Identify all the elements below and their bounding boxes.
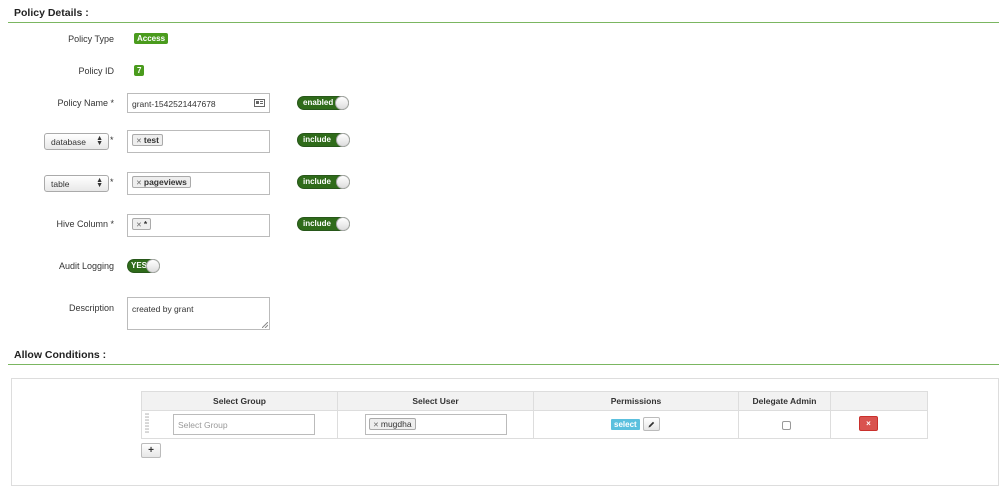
edit-permissions-button[interactable] (643, 417, 660, 431)
section-divider (8, 364, 999, 365)
toggle-knob (146, 259, 160, 273)
policy-id-badge: 7 (134, 65, 145, 76)
section-divider (8, 22, 999, 23)
table-header-row: Select Group Select User Permissions Del… (141, 391, 928, 411)
select-group-cell: Select Group (141, 410, 338, 439)
policy-type-badge: Access (134, 33, 169, 44)
select-user-input[interactable]: ✕ mugdha (365, 414, 507, 435)
drag-handle-icon[interactable] (145, 413, 149, 435)
description-label: Description (68, 303, 114, 313)
policy-enabled-toggle[interactable]: enabled (297, 96, 349, 110)
description-value: created by grant (132, 304, 194, 314)
hive-column-values-input[interactable]: ✕ * (127, 214, 270, 237)
policy-details-title: Policy Details : (14, 7, 89, 19)
policy-name-label: Policy Name * (57, 98, 114, 108)
toggle-knob (336, 133, 350, 147)
remove-row-button[interactable]: × (859, 416, 878, 431)
description-textarea[interactable]: created by grant (127, 297, 270, 330)
select-arrows-icon: ▲ ▼ (96, 135, 103, 147)
remove-tag-icon[interactable]: ✕ (373, 422, 379, 429)
resource-type-select-table[interactable]: table ▲ ▼ (44, 175, 109, 192)
contact-card-icon (254, 99, 265, 109)
column-header (830, 391, 928, 411)
resize-grip-icon[interactable] (262, 322, 268, 328)
remove-tag-icon[interactable]: ✕ (136, 222, 142, 229)
select-group-placeholder: Select Group (178, 420, 228, 430)
policy-enabled-text: enabled (303, 98, 334, 107)
database-include-text: include (303, 135, 332, 144)
database-include-toggle[interactable]: include (297, 133, 350, 147)
resource-type-database-value: database (51, 137, 86, 147)
policy-id-label: Policy ID (78, 66, 114, 76)
select-arrows-icon: ▲ ▼ (96, 177, 103, 189)
resource-type-select-database[interactable]: database ▲ ▼ (44, 133, 109, 150)
toggle-knob (335, 96, 349, 110)
permissions-cell: select (533, 410, 739, 439)
table-values-input[interactable]: ✕ pageviews (127, 172, 270, 195)
audit-logging-label: Audit Logging (58, 261, 114, 271)
table-tag[interactable]: ✕ pageviews (132, 176, 191, 188)
audit-logging-toggle[interactable]: YES (127, 259, 160, 273)
delegate-admin-checkbox[interactable] (782, 421, 791, 430)
actions-cell: × (830, 410, 928, 439)
column-header: Select Group (141, 391, 338, 411)
table-include-toggle[interactable]: include (297, 175, 350, 189)
hive-column-include-text: include (303, 219, 332, 228)
user-tag[interactable]: ✕ mugdha (369, 418, 416, 430)
resource-type-table-value: table (51, 179, 70, 189)
required-marker: * (110, 135, 114, 145)
policy-name-value: grant-1542521447678 (132, 99, 216, 109)
audit-logging-text: YES (131, 261, 148, 270)
delegate-admin-cell (738, 410, 831, 439)
remove-tag-icon[interactable]: ✕ (136, 138, 142, 145)
toggle-knob (336, 175, 350, 189)
hive-column-label: Hive Column * (56, 219, 114, 229)
allow-conditions-table: Select Group Select User Permissions Del… (141, 391, 928, 439)
permission-badge: select (611, 419, 640, 430)
select-user-cell: ✕ mugdha (337, 410, 534, 439)
toggle-knob (336, 217, 350, 231)
hive-column-tag[interactable]: ✕ * (132, 218, 152, 230)
add-condition-button[interactable]: + (141, 443, 161, 458)
table-include-text: include (303, 177, 332, 186)
remove-tag-icon[interactable]: ✕ (136, 180, 142, 187)
allow-conditions-title: Allow Conditions : (14, 349, 107, 361)
hive-column-include-toggle[interactable]: include (297, 217, 350, 231)
column-header: Permissions (533, 391, 739, 411)
policy-name-input[interactable]: grant-1542521447678 (127, 93, 270, 113)
column-header: Select User (337, 391, 534, 411)
required-marker: * (110, 177, 114, 187)
database-values-input[interactable]: ✕ test (127, 130, 270, 153)
select-group-input[interactable]: Select Group (173, 414, 315, 435)
table-row: Select Group ✕ mugdha select × (141, 410, 928, 439)
pencil-icon (648, 421, 655, 428)
column-header: Delegate Admin (738, 391, 831, 411)
database-tag[interactable]: ✕ test (132, 134, 163, 146)
policy-type-label: Policy Type (68, 34, 114, 44)
